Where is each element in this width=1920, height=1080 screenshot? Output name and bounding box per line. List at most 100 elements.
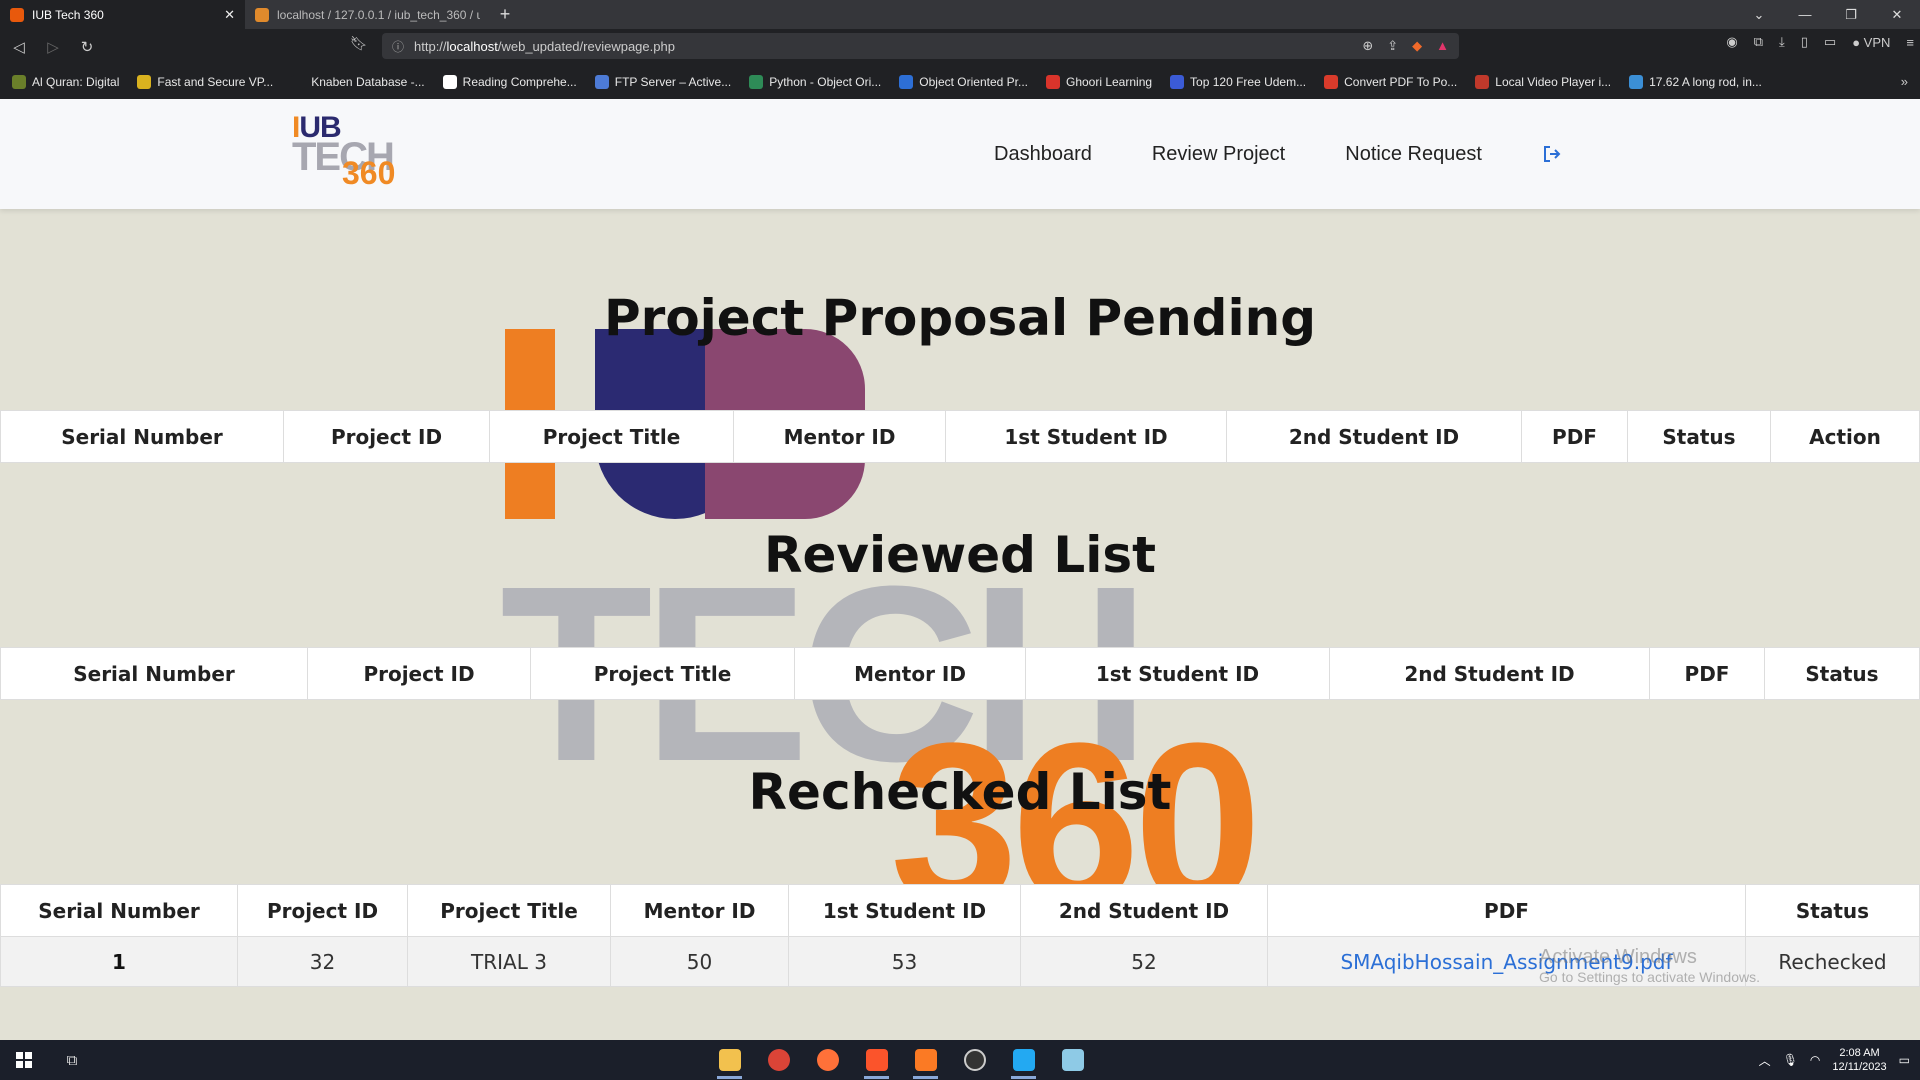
wallet-icon[interactable]: ▭ <box>1824 34 1836 50</box>
clock[interactable]: 2:08 AM 12/11/2023 <box>1832 1046 1886 1075</box>
bookmark-favicon-icon <box>1324 74 1339 89</box>
column-header: 2nd Student ID <box>1226 410 1522 463</box>
bookmark-favicon-icon <box>749 74 764 89</box>
close-tab-icon[interactable]: ✕ <box>224 7 235 23</box>
brave-rewards-icon[interactable]: ▲ <box>1436 38 1449 54</box>
firefox-icon[interactable] <box>803 1040 852 1080</box>
column-header: Mentor ID <box>610 884 789 937</box>
notification-icon[interactable]: ▭ <box>1899 1053 1910 1067</box>
new-tab-button[interactable]: + <box>490 0 520 29</box>
obs-icon[interactable] <box>950 1040 999 1080</box>
tab-iub-tech-360[interactable]: IUB Tech 360 ✕ <box>0 0 245 29</box>
zoom-icon[interactable]: ⊕ <box>1362 38 1373 54</box>
bookmark-item[interactable]: Python - Object Ori... <box>749 74 881 89</box>
column-header: Project Title <box>489 410 734 463</box>
bookmark-item[interactable]: Reading Comprehe... <box>442 74 577 89</box>
site-header: IUB TECH 360 Dashboard Review Project No… <box>0 99 1920 209</box>
column-header: 1st Student ID <box>788 884 1021 937</box>
restore-button[interactable]: ❐ <box>1828 0 1874 29</box>
nav-notice-request[interactable]: Notice Request <box>1345 143 1482 166</box>
url-text: http://localhost/web_updated/reviewpage.… <box>414 38 675 54</box>
bookmark-item[interactable]: Al Quran: Digital <box>12 74 119 89</box>
file-explorer-icon[interactable] <box>705 1040 754 1080</box>
extension-icon[interactable]: ◉ <box>1726 34 1737 50</box>
close-window-button[interactable]: ✕ <box>1874 0 1920 29</box>
browser-toolbar: ◁ ▷ ↻ 🔖︎ ⓘ http://localhost/web_updated/… <box>0 29 1920 64</box>
vpn-button[interactable]: ● VPN <box>1852 35 1890 50</box>
mentor-id-cell: 50 <box>610 936 789 987</box>
bookmark-item[interactable]: FTP Server – Active... <box>594 74 731 89</box>
activate-windows-watermark: Activate Windows Go to Settings to activ… <box>1539 946 1760 985</box>
download-icon[interactable]: ⤓ <box>1779 34 1785 50</box>
bookmark-item[interactable]: Fast and Secure VP... <box>137 74 273 89</box>
address-bar[interactable]: ⓘ http://localhost/web_updated/reviewpag… <box>382 33 1459 59</box>
task-view-icon[interactable]: ⧉ <box>48 1040 96 1080</box>
project-title-cell: TRIAL 3 <box>407 936 611 987</box>
nav-dashboard[interactable]: Dashboard <box>994 143 1092 166</box>
column-header: Mentor ID <box>733 410 946 463</box>
bookmark-favicon-icon <box>137 74 152 89</box>
bookmark-item[interactable]: Top 120 Free Udem... <box>1170 74 1306 89</box>
bookmark-item[interactable]: Knaben Database -... <box>291 74 425 89</box>
more-bookmarks-icon[interactable]: » <box>1901 74 1908 89</box>
notepad-icon[interactable] <box>1048 1040 1097 1080</box>
pending-table: Serial Number Project ID Project Title M… <box>0 410 1920 463</box>
tab-title: localhost / 127.0.0.1 / iub_tech_360 / u <box>277 7 480 22</box>
site-logo[interactable]: IUB TECH 360 <box>292 111 422 191</box>
column-header: PDF <box>1649 647 1765 700</box>
chrome-icon[interactable] <box>754 1040 803 1080</box>
chevron-up-icon[interactable]: ︿ <box>1759 1052 1771 1069</box>
bookmark-favicon-icon <box>12 74 26 89</box>
xampp-icon[interactable] <box>901 1040 950 1080</box>
bookmark-favicon-icon <box>594 74 609 89</box>
serial-number-cell: 1 <box>0 936 238 987</box>
bookmark-item[interactable]: 17.62 A long rod, in... <box>1629 74 1762 89</box>
bookmark-item[interactable]: Local Video Player i... <box>1475 74 1611 89</box>
bookmark-item[interactable]: Convert PDF To Po... <box>1324 74 1457 89</box>
share-icon[interactable]: ⇪ <box>1387 38 1398 54</box>
column-header: 1st Student ID <box>945 410 1227 463</box>
column-header: Project Title <box>407 884 611 937</box>
start-button[interactable] <box>0 1040 48 1080</box>
column-header: Project Title <box>530 647 795 700</box>
bookmark-item[interactable]: Object Oriented Pr... <box>899 74 1028 89</box>
bookmarks-bar: Al Quran: Digital Fast and Secure VP... … <box>0 64 1920 99</box>
reviewed-table: Serial Number Project ID Project Title M… <box>0 647 1920 700</box>
logout-icon[interactable] <box>1542 144 1562 164</box>
microphone-icon[interactable]: 🎙︎ <box>1783 1053 1798 1067</box>
forward-icon[interactable]: ▷ <box>38 32 68 62</box>
tab-search-icon[interactable]: ⌄ <box>1736 0 1782 29</box>
tab-phpmyadmin[interactable]: localhost / 127.0.0.1 / iub_tech_360 / u <box>245 0 490 29</box>
student1-id-cell: 53 <box>788 936 1021 987</box>
column-header: Project ID <box>307 647 531 700</box>
column-header: Project ID <box>283 410 490 463</box>
table-header-row: Serial Number Project ID Project Title M… <box>0 647 1920 700</box>
sidebar-icon[interactable]: ▯ <box>1801 34 1808 50</box>
column-header: Status <box>1764 647 1920 700</box>
bookmark-item[interactable]: Ghoori Learning <box>1045 74 1152 89</box>
nav-review-project[interactable]: Review Project <box>1152 143 1285 166</box>
web-page: IUB TECH 360 Dashboard Review Project No… <box>0 99 1920 1040</box>
bookmark-favicon-icon <box>899 74 914 89</box>
extensions-puzzle-icon[interactable]: ⧉ <box>1754 34 1763 50</box>
column-header: 2nd Student ID <box>1329 647 1650 700</box>
main-nav: Dashboard Review Project Notice Request <box>994 99 1562 209</box>
windows-logo-icon <box>16 1052 32 1068</box>
column-header: 2nd Student ID <box>1020 884 1268 937</box>
status-cell: Rechecked <box>1745 936 1920 987</box>
site-info-icon[interactable]: ⓘ <box>392 38 404 55</box>
main-content: Project Proposal Pending Serial Number P… <box>0 99 1920 1040</box>
column-header: Mentor ID <box>794 647 1026 700</box>
brave-icon[interactable] <box>852 1040 901 1080</box>
vscode-icon[interactable] <box>999 1040 1048 1080</box>
brave-shields-icon[interactable]: ◆ <box>1412 38 1422 54</box>
wifi-icon[interactable]: ◠ <box>1810 1053 1820 1067</box>
bookmark-favicon-icon <box>1629 74 1644 89</box>
minimize-button[interactable]: — <box>1782 0 1828 29</box>
project-id-cell: 32 <box>237 936 408 987</box>
reload-icon[interactable]: ↻ <box>72 32 102 62</box>
bookmark-icon[interactable]: 🔖︎ <box>350 35 368 52</box>
menu-icon[interactable]: ≡ <box>1906 35 1914 50</box>
back-icon[interactable]: ◁ <box>4 32 34 62</box>
column-header: Serial Number <box>0 410 284 463</box>
